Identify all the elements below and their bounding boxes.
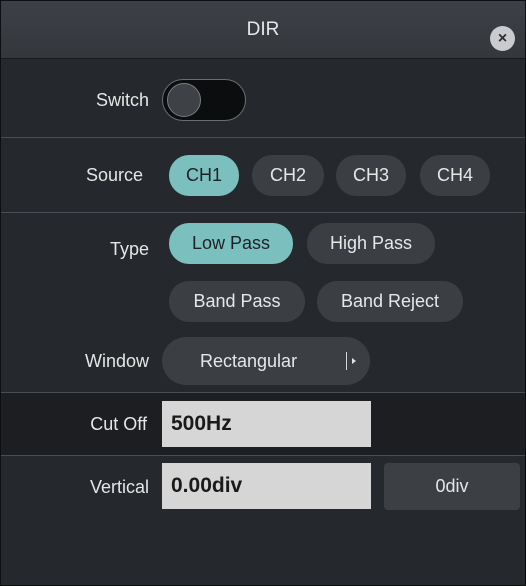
window-dropdown[interactable]: Rectangular [162, 337, 370, 385]
source-ch4-button[interactable]: CH4 [420, 155, 490, 196]
type-low-pass-button[interactable]: Low Pass [169, 223, 293, 264]
vertical-reset-button[interactable]: 0div [384, 463, 520, 510]
divider [1, 212, 525, 213]
divider [1, 455, 525, 456]
source-ch2-button[interactable]: CH2 [252, 155, 324, 196]
type-label: Type [109, 239, 149, 259]
type-band-reject-button[interactable]: Band Reject [317, 281, 463, 322]
caret-right-icon [352, 358, 356, 364]
source-ch1-button[interactable]: CH1 [169, 155, 239, 196]
toggle-knob [167, 83, 201, 117]
cutoff-input[interactable]: 500Hz [162, 401, 371, 447]
type-high-pass-button[interactable]: High Pass [307, 223, 435, 264]
window-label: Window [84, 351, 149, 371]
type-band-pass-button[interactable]: Band Pass [169, 281, 305, 322]
vertical-label: Vertical [89, 477, 149, 497]
dropdown-separator [346, 352, 347, 370]
switch-label: Switch [95, 90, 149, 110]
divider [1, 137, 525, 138]
dialog-title: DIR [246, 18, 280, 40]
dir-dialog: DIR × Switch Source CH1 CH2 CH3 CH4 Type… [0, 0, 526, 586]
window-value: Rectangular [200, 351, 298, 371]
source-label: Source [85, 165, 143, 185]
close-icon[interactable]: × [490, 26, 515, 51]
switch-toggle[interactable] [162, 79, 246, 121]
cutoff-label: Cut Off [90, 414, 147, 434]
vertical-input[interactable]: 0.00div [162, 463, 371, 509]
source-ch3-button[interactable]: CH3 [336, 155, 406, 196]
title-bar: DIR × [1, 1, 525, 59]
